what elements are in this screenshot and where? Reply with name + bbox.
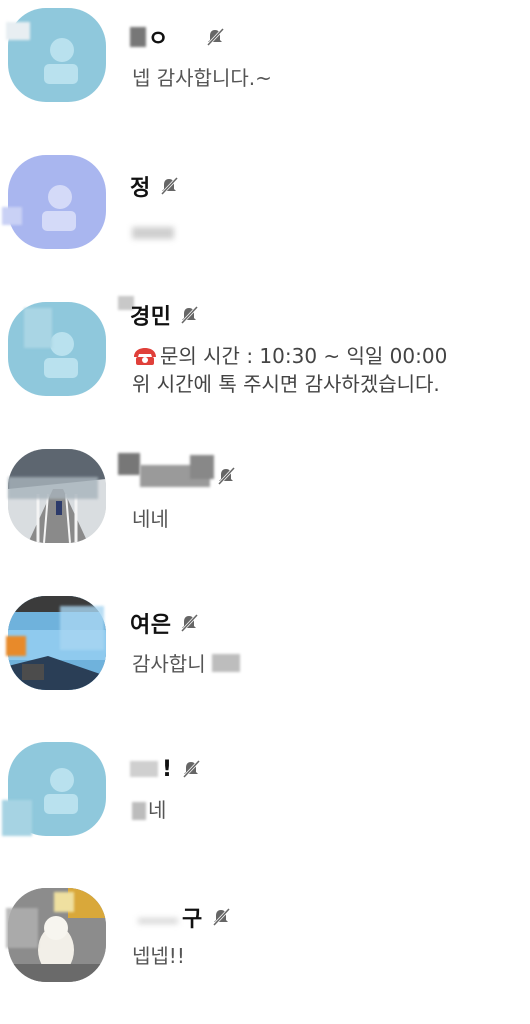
pixelated-overlay bbox=[130, 27, 146, 47]
chat-name: 여은 bbox=[130, 613, 172, 638]
pixelated-overlay bbox=[190, 455, 214, 479]
pixelated-overlay bbox=[6, 22, 30, 40]
pixelated-overlay bbox=[118, 453, 140, 475]
chat-row[interactable]: 정 bbox=[0, 145, 530, 285]
bell-off-icon bbox=[211, 907, 231, 927]
chat-row[interactable]: 구 넵넵!! bbox=[0, 880, 530, 1020]
pixelated-overlay bbox=[132, 227, 174, 239]
last-message: 넵 감사합니다.~ bbox=[132, 66, 272, 90]
pixelated-overlay bbox=[138, 918, 178, 924]
last-message: 감사합니 bbox=[132, 652, 206, 676]
chat-name: ㅇ bbox=[148, 27, 169, 52]
last-message-line-2: 위 시간에 톡 주시면 감사하겠습니다. bbox=[132, 372, 440, 396]
pixelated-overlay bbox=[6, 636, 26, 656]
default-profile-icon bbox=[44, 332, 78, 378]
chat-row[interactable]: 여은 감사합니 bbox=[0, 586, 530, 726]
chat-row[interactable]: 네네 bbox=[0, 437, 530, 577]
last-message-line-1: 문의 시간 : 10:30 ~ 익일 00:00 bbox=[160, 344, 448, 368]
pixelated-overlay bbox=[2, 207, 22, 225]
bell-off-icon bbox=[179, 613, 199, 633]
chat-name: 경민 bbox=[130, 305, 172, 330]
last-message: 네 bbox=[148, 798, 167, 822]
chat-name: ! bbox=[162, 756, 173, 782]
chat-row[interactable]: 경민 문의 시간 : 10:30 ~ 익일 00:00 위 시간에 톡 주시면 … bbox=[0, 290, 530, 430]
pixelated-overlay bbox=[130, 761, 158, 777]
pixelated-overlay bbox=[8, 477, 98, 499]
chat-row[interactable]: ㅇ 넵 감사합니다.~ bbox=[0, 0, 530, 140]
last-message: 넵넵!! bbox=[132, 944, 185, 968]
pixelated-overlay bbox=[24, 308, 52, 348]
avatar[interactable] bbox=[8, 302, 106, 396]
pixelated-overlay bbox=[2, 800, 32, 836]
bell-off-icon bbox=[205, 27, 225, 47]
pixelated-overlay bbox=[212, 654, 240, 672]
pixelated-overlay bbox=[6, 908, 38, 948]
bell-off-icon bbox=[216, 466, 236, 486]
last-message: 네네 bbox=[132, 507, 169, 531]
default-profile-icon bbox=[42, 185, 76, 231]
avatar[interactable] bbox=[8, 155, 106, 249]
chat-name: 구 bbox=[182, 907, 203, 932]
pixelated-overlay bbox=[132, 802, 146, 820]
bell-off-icon bbox=[181, 759, 201, 779]
bell-off-icon bbox=[159, 176, 179, 196]
pixelated-overlay bbox=[60, 606, 104, 650]
chat-name: 정 bbox=[130, 176, 151, 201]
chat-list: ㅇ 넵 감사합니다.~ 정 경민 문의 시간: 10:30 ~ 익일 00:0… bbox=[0, 0, 530, 1024]
telephone-icon bbox=[132, 345, 158, 367]
chat-row[interactable]: ! 네 bbox=[0, 734, 530, 874]
bell-off-icon bbox=[179, 305, 199, 325]
pixelated-overlay bbox=[54, 892, 74, 912]
